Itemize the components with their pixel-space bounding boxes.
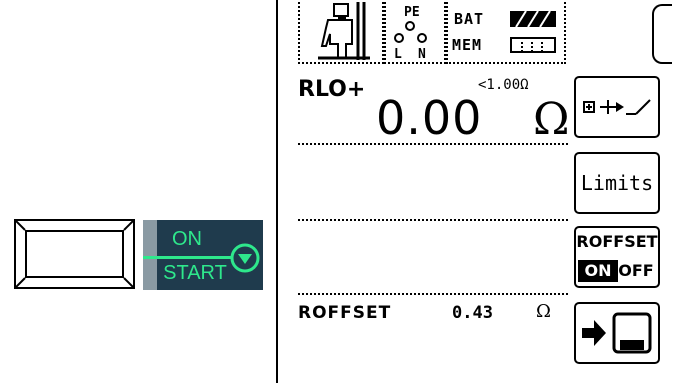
memory-label: MEM <box>452 36 483 54</box>
display-border <box>276 0 278 383</box>
roffset-off-option[interactable]: OFF <box>616 260 656 282</box>
person-probe-icon <box>318 2 370 60</box>
memory-icon <box>510 37 556 54</box>
measurement-label: RLO+ <box>298 77 366 102</box>
pe-l-n-icon: PE L N <box>394 5 427 62</box>
limits-button[interactable]: Limits <box>574 152 660 214</box>
display-frame-edge <box>652 4 672 64</box>
key-face <box>25 230 124 278</box>
measurement-unit: Ω <box>533 94 570 145</box>
plus-arrow-switch-icon <box>583 99 651 115</box>
save-arrow-icon <box>582 312 652 354</box>
chevron-down-icon <box>230 243 260 273</box>
probe-status-box <box>298 0 384 64</box>
divider <box>298 219 568 221</box>
connection-status-box: PE L N <box>384 0 446 64</box>
l-label: L <box>394 47 402 62</box>
offset-unit: Ω <box>536 301 551 322</box>
pe-label: PE <box>404 5 420 20</box>
roffset-on-option[interactable]: ON <box>578 260 618 282</box>
save-button[interactable] <box>574 302 660 364</box>
blank-key[interactable] <box>14 219 135 289</box>
battery-icon <box>510 10 556 28</box>
roffset-toggle-button[interactable]: ROFFSET ON OFF <box>574 226 660 288</box>
offset-label: ROFFSET <box>298 303 392 323</box>
on-start-button[interactable]: ON START <box>143 220 263 290</box>
n-label: N <box>418 47 426 62</box>
battery-label: BAT <box>454 10 485 28</box>
measurement-value: 0.00 <box>376 91 483 145</box>
limits-label: Limits <box>580 171 654 195</box>
divider <box>298 293 568 295</box>
offset-value: 0.43 <box>452 303 493 323</box>
limit-value: <1.00Ω <box>478 77 529 93</box>
on-label: ON <box>172 228 202 250</box>
start-label: START <box>163 262 227 284</box>
polarity-button[interactable] <box>574 76 660 138</box>
roffset-toggle-title: ROFFSET <box>576 232 658 251</box>
divider <box>298 143 568 145</box>
